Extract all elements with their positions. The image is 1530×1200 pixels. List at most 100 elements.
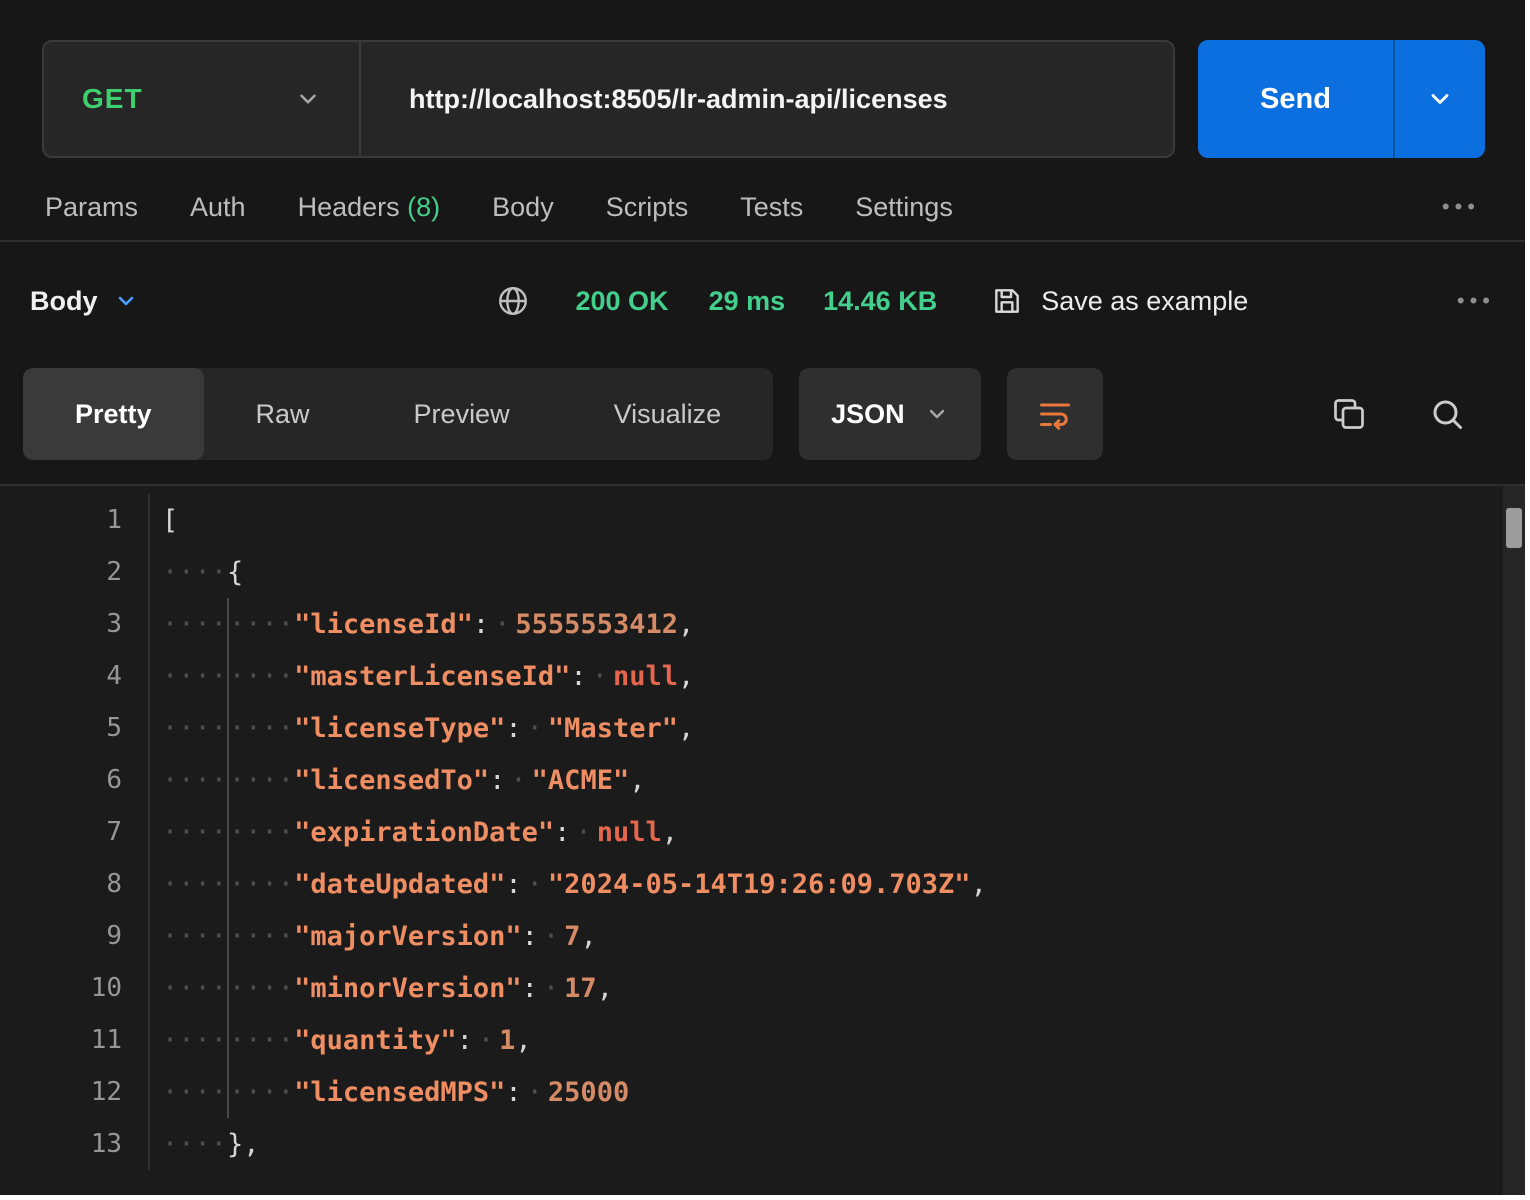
- code-lines: 1[2····{3········"licenseId":·5555553412…: [0, 486, 1525, 1170]
- line-content: ········"licensedTo":·"ACME",: [150, 754, 645, 806]
- token-ws: ·: [538, 973, 564, 1004]
- indent-guide: ····: [227, 858, 294, 910]
- token-key: "licensedTo": [294, 765, 489, 796]
- line-content: ····{: [150, 546, 243, 598]
- code-line: 3········"licenseId":·5555553412,: [0, 598, 1525, 650]
- line-content: ····},: [150, 1118, 260, 1170]
- api-client-window: GET http://localhost:8505/lr-admin-api/l…: [0, 0, 1530, 1200]
- indent-whitespace: ····: [162, 858, 227, 910]
- code-line: 12········"licensedMPS":·25000: [0, 1066, 1525, 1118]
- token-punct: ,: [597, 973, 613, 1004]
- token-punct: [: [162, 505, 178, 536]
- indent-guide: ····: [227, 1066, 294, 1118]
- code-line: 1[: [0, 494, 1525, 546]
- token-num: 7: [564, 921, 580, 952]
- save-as-example-button[interactable]: Save as example: [991, 285, 1248, 317]
- token-punct: ,: [678, 609, 694, 640]
- line-number: 10: [0, 962, 150, 1014]
- token-num: 1: [499, 1025, 515, 1056]
- token-key: "minorVersion": [294, 973, 522, 1004]
- scrollbar[interactable]: [1503, 486, 1525, 1195]
- view-tab-pretty[interactable]: Pretty: [23, 368, 204, 460]
- view-tab-raw[interactable]: Raw: [204, 368, 362, 460]
- token-punct: :: [570, 661, 586, 692]
- token-punct: :: [505, 713, 521, 744]
- copy-response-button[interactable]: [1331, 368, 1367, 460]
- indent-whitespace: ····: [162, 1118, 227, 1170]
- token-ws: ·: [538, 921, 564, 952]
- token-key: "masterLicenseId": [294, 661, 570, 692]
- tab-headers[interactable]: Headers (8): [298, 192, 441, 223]
- status-badge[interactable]: 200 OK: [576, 286, 669, 317]
- indent-guide: ····: [227, 650, 294, 702]
- token-str: "2024-05-14T19:26:09.703Z": [548, 869, 971, 900]
- response-section-selector[interactable]: Body: [30, 286, 138, 317]
- save-icon: [991, 285, 1023, 317]
- token-punct: ,: [515, 1025, 531, 1056]
- network-info-icon[interactable]: [496, 284, 530, 318]
- url-bar: GET http://localhost:8505/lr-admin-api/l…: [42, 40, 1175, 158]
- tab-auth[interactable]: Auth: [190, 192, 246, 223]
- token-punct: :: [505, 1077, 521, 1108]
- token-punct: :: [489, 765, 505, 796]
- response-time[interactable]: 29 ms: [709, 286, 786, 317]
- tab-body[interactable]: Body: [492, 192, 554, 223]
- token-str: "Master": [548, 713, 678, 744]
- line-number: 3: [0, 598, 150, 650]
- wrap-line-button[interactable]: [1007, 368, 1103, 460]
- tab-settings[interactable]: Settings: [855, 192, 953, 223]
- token-punct: ,: [580, 921, 596, 952]
- response-body-viewer[interactable]: 1[2····{3········"licenseId":·5555553412…: [0, 484, 1525, 1195]
- code-line: 4········"masterLicenseId":·null,: [0, 650, 1525, 702]
- send-options-chevron-icon[interactable]: [1395, 85, 1485, 113]
- indent-whitespace: ····: [162, 910, 227, 962]
- method-label: GET: [82, 83, 143, 115]
- token-punct: ,: [662, 817, 678, 848]
- chevron-down-icon: [114, 289, 138, 313]
- send-button[interactable]: Send: [1198, 40, 1485, 158]
- format-selector[interactable]: JSON: [799, 368, 981, 460]
- indent-whitespace: ····: [162, 962, 227, 1014]
- chevron-down-icon: [295, 86, 321, 112]
- save-as-example-label: Save as example: [1041, 286, 1248, 317]
- line-number: 7: [0, 806, 150, 858]
- token-ws: ·: [505, 765, 531, 796]
- send-label: Send: [1198, 83, 1393, 116]
- scrollbar-thumb[interactable]: [1506, 508, 1522, 548]
- line-content: ········"quantity":·1,: [150, 1014, 532, 1066]
- copy-icon: [1331, 396, 1367, 432]
- method-selector[interactable]: GET: [44, 42, 359, 156]
- indent-whitespace: ····: [162, 702, 227, 754]
- url-input[interactable]: http://localhost:8505/lr-admin-api/licen…: [361, 84, 1173, 115]
- line-number: 11: [0, 1014, 150, 1066]
- tab-scripts[interactable]: Scripts: [606, 192, 689, 223]
- tab-params[interactable]: Params: [45, 192, 138, 223]
- response-view-tabs: Pretty Raw Preview Visualize: [23, 368, 773, 460]
- line-content: ········"majorVersion":·7,: [150, 910, 597, 962]
- line-content: [: [150, 494, 178, 546]
- token-punct: },: [227, 1129, 260, 1160]
- line-number: 8: [0, 858, 150, 910]
- indent-guide: ····: [227, 806, 294, 858]
- request-bar: GET http://localhost:8505/lr-admin-api/l…: [0, 40, 1525, 158]
- search-response-button[interactable]: [1429, 368, 1465, 460]
- token-key: "licensedMPS": [294, 1077, 505, 1108]
- indent-guide: ····: [227, 910, 294, 962]
- indent-guide: ····: [227, 754, 294, 806]
- response-section-label: Body: [30, 286, 98, 317]
- line-number: 4: [0, 650, 150, 702]
- response-more-options-icon[interactable]: •••: [1457, 288, 1495, 314]
- tab-tests[interactable]: Tests: [740, 192, 803, 223]
- code-line: 7········"expirationDate":·null,: [0, 806, 1525, 858]
- token-key: "expirationDate": [294, 817, 554, 848]
- response-size[interactable]: 14.46 KB: [823, 286, 937, 317]
- line-number: 13: [0, 1118, 150, 1170]
- line-content: ········"licensedMPS":·25000: [150, 1066, 629, 1118]
- toolbar-spacer: [1103, 368, 1331, 460]
- view-tab-preview[interactable]: Preview: [362, 368, 562, 460]
- token-null: null: [597, 817, 662, 848]
- more-options-icon[interactable]: •••: [1442, 194, 1480, 220]
- search-icon: [1429, 396, 1465, 432]
- indent-guide: ····: [227, 598, 294, 650]
- view-tab-visualize[interactable]: Visualize: [562, 368, 774, 460]
